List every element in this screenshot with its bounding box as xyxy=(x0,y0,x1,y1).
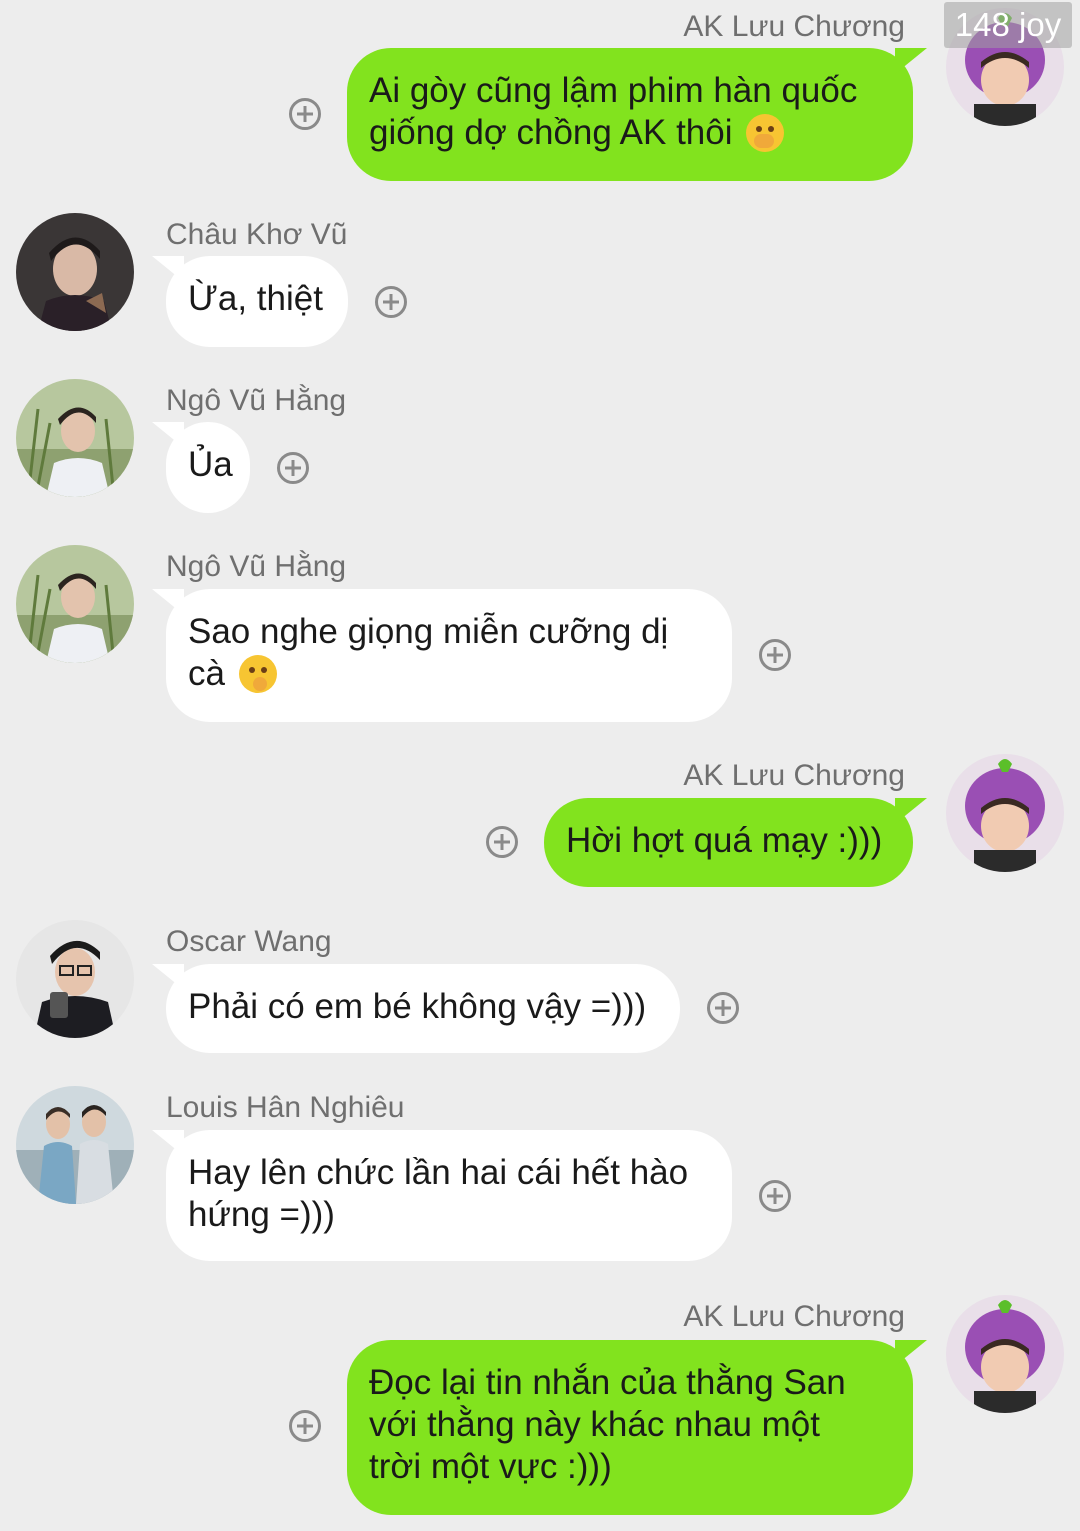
add-reaction-icon[interactable] xyxy=(486,826,518,858)
message-line: trời một vực :))) xyxy=(369,1447,612,1486)
message-line: Đọc lại tin nhắn của thằng San xyxy=(369,1363,846,1402)
message-line: Phải có em bé không vậy =))) xyxy=(188,987,647,1026)
sender-name: Ngô Vũ Hằng xyxy=(166,384,347,417)
avatar[interactable] xyxy=(16,379,134,497)
message-line: giống dợ chồng AK thôi xyxy=(369,113,733,152)
sender-name: AK Lưu Chương xyxy=(683,759,905,792)
message-line: cà xyxy=(188,654,225,693)
message-bubble[interactable]: Ủa xyxy=(166,422,250,513)
avatar[interactable] xyxy=(946,754,1064,872)
message-bubble[interactable]: Hay lên chức lần hai cái hết hào hứng =)… xyxy=(166,1130,732,1261)
avatar[interactable] xyxy=(16,545,134,663)
avatar[interactable] xyxy=(946,1295,1064,1413)
message-bubble[interactable]: Đọc lại tin nhắn của thằng San với thằng… xyxy=(347,1340,913,1515)
add-reaction-icon[interactable] xyxy=(759,639,791,671)
message-bubble[interactable]: Ừa, thiệt xyxy=(166,256,348,347)
message-line: Ủa xyxy=(188,445,233,484)
message-line: Ai gòy cũng lậm phim hàn quốc xyxy=(369,71,858,110)
message-line: Ừa, thiệt xyxy=(188,279,323,318)
thinking-face-emoji xyxy=(238,655,277,693)
avatar[interactable] xyxy=(16,213,134,331)
message-bubble[interactable]: Ai gòy cũng lậm phim hàn quốc giống dợ c… xyxy=(347,48,913,181)
message-line: Hời hợt quá mạy :))) xyxy=(566,821,883,860)
add-reaction-icon[interactable] xyxy=(277,452,309,484)
sender-name: Châu Khơ Vũ xyxy=(166,218,348,251)
add-reaction-icon[interactable] xyxy=(289,1410,321,1442)
add-reaction-icon[interactable] xyxy=(759,1180,791,1212)
sender-name: Ngô Vũ Hằng xyxy=(166,550,347,583)
add-reaction-icon[interactable] xyxy=(375,286,407,318)
sender-name: AK Lưu Chương xyxy=(683,10,905,43)
message-bubble[interactable]: Phải có em bé không vậy =))) xyxy=(166,964,680,1053)
sender-name: AK Lưu Chương xyxy=(683,1300,905,1333)
sender-name: Louis Hân Nghiêu xyxy=(166,1091,405,1124)
sender-name: Oscar Wang xyxy=(166,925,332,958)
avatar[interactable] xyxy=(16,1086,134,1204)
add-reaction-icon[interactable] xyxy=(707,992,739,1024)
message-bubble[interactable]: Sao nghe giọng miễn cưỡng dị cà xyxy=(166,589,732,722)
add-reaction-icon[interactable] xyxy=(289,98,321,130)
watermark: 148 joy xyxy=(944,2,1072,48)
message-line: hứng =))) xyxy=(188,1195,335,1234)
avatar[interactable] xyxy=(16,920,134,1038)
message-bubble[interactable]: Hời hợt quá mạy :))) xyxy=(544,798,913,887)
message-line: với thằng này khác nhau một xyxy=(369,1405,821,1444)
hand-over-mouth-emoji xyxy=(746,114,785,152)
message-line: Hay lên chức lần hai cái hết hào xyxy=(188,1153,689,1192)
message-line: Sao nghe giọng miễn cưỡng dị xyxy=(188,612,669,651)
